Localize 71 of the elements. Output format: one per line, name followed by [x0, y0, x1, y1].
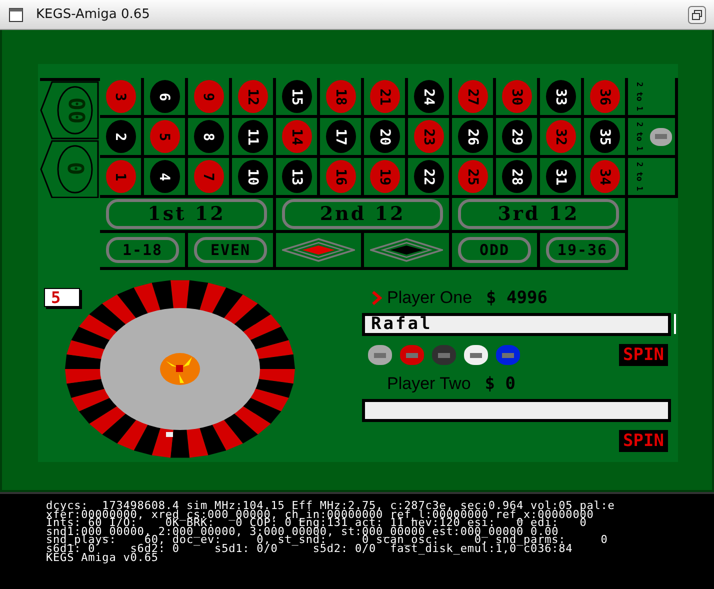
player-money: $ 0 — [484, 374, 516, 394]
window-icon[interactable] — [9, 8, 23, 22]
column-bet[interactable]: 2 to 1 — [632, 80, 646, 114]
number-bet[interactable]: 16 — [326, 160, 356, 193]
number-bet[interactable]: 35 — [590, 120, 620, 153]
number-bet[interactable]: 7 — [194, 160, 224, 193]
name-input-field[interactable] — [362, 398, 671, 422]
number-bet[interactable]: 14 — [282, 120, 312, 153]
chip[interactable] — [368, 345, 392, 365]
number-bet[interactable]: 34 — [590, 160, 620, 193]
number-bet[interactable]: 5 — [150, 120, 180, 153]
console-line: Ints: 60 I/O: 0K BRK: 0 COP: 0 Eng:131 act: 11 hev:120 esi: 0 edi: 0 — [46, 519, 587, 528]
column-bet[interactable]: 2 to 1 — [632, 120, 646, 154]
number-bet[interactable]: 17 — [326, 120, 356, 153]
number-bet[interactable]: 2 — [106, 120, 136, 153]
number-bet[interactable]: 24 — [414, 80, 444, 113]
chip[interactable] — [432, 345, 456, 365]
dozen-bet[interactable]: 3rd 12 — [458, 199, 619, 229]
zero-bet[interactable]: 00 — [40, 81, 100, 140]
number-bet[interactable]: 8 — [194, 120, 224, 153]
number-bet[interactable]: 15 — [282, 80, 312, 113]
number-bet[interactable]: 36 — [590, 80, 620, 113]
number-bet[interactable]: 19 — [370, 160, 400, 193]
restore-icon[interactable] — [688, 6, 706, 24]
console-line: s6d1: 0 s6d2: 0 s5d1: 0/0 s5d2: 0/0 fast_disk_emul:1,0 c036:84 — [46, 544, 574, 554]
outside-bet[interactable]: EVEN — [194, 237, 267, 263]
number-bet[interactable]: 22 — [414, 160, 444, 193]
number-bet[interactable]: 27 — [458, 80, 488, 113]
outside-bet[interactable]: 19-36 — [546, 237, 619, 263]
number-bet[interactable]: 25 — [458, 160, 488, 193]
dozen-bet[interactable]: 2nd 12 — [282, 199, 443, 229]
spin-button[interactable]: SPIN — [619, 430, 668, 452]
spin-button[interactable]: SPIN — [619, 344, 668, 366]
number-bet[interactable]: 18 — [326, 80, 356, 113]
name-input-field[interactable]: Rafal — [362, 312, 671, 336]
number-bet[interactable]: 20 — [370, 120, 400, 153]
player-name: Player One — [387, 288, 472, 308]
dozen-bet[interactable]: 1st 12 — [106, 199, 267, 229]
number-bet[interactable]: 29 — [502, 120, 532, 153]
number-bet[interactable]: 12 — [238, 80, 268, 113]
outside-bet[interactable]: 1-18 — [106, 237, 179, 263]
number-bet[interactable]: 6 — [150, 80, 180, 113]
column-bet[interactable]: 2 to 1 — [632, 160, 646, 194]
number-bet[interactable]: 11 — [238, 120, 268, 153]
console-line: dcycs: 173498608.4 sim MHz:104.15 Eff MHz:2.75, c:287c3e, sec:0.964 vol:05 pal:e — [46, 502, 616, 511]
outside-bet[interactable]: ODD — [458, 237, 531, 263]
console-line: xfer:00000000, xred_cs:000_00000, ch_in:00000000 ref_l:00000000 ref_x:00000000 — [46, 510, 594, 520]
result-display: 5 — [44, 288, 80, 307]
number-bet[interactable]: 9 — [194, 80, 224, 113]
number-bet[interactable]: 28 — [502, 160, 532, 193]
player-money: $ 4996 — [486, 288, 548, 308]
diamond-bet[interactable] — [370, 237, 443, 263]
console-line: KEGS Amiga v0.65 — [46, 554, 158, 562]
number-bet[interactable]: 26 — [458, 120, 488, 153]
number-bet[interactable]: 3 — [106, 80, 136, 113]
number-bet[interactable]: 33 — [546, 80, 576, 113]
number-bet[interactable]: 23 — [414, 120, 444, 153]
number-bet[interactable]: 30 — [502, 80, 532, 113]
number-bet[interactable]: 1 — [106, 160, 136, 193]
number-bet[interactable]: 32 — [546, 120, 576, 153]
chip[interactable] — [464, 345, 488, 365]
number-bet[interactable]: 4 — [150, 160, 180, 193]
text-cursor — [674, 314, 676, 334]
player-name: Player Two — [387, 374, 471, 394]
console-line: snd_plays: 60, doc_ev: 0, st_snd: 0 scan_osc: 0, snd_parms: 0 — [46, 536, 609, 545]
number-bet[interactable]: 10 — [238, 160, 268, 193]
window-title: KEGS-Amiga 0.65 — [36, 7, 151, 22]
number-bet[interactable]: 21 — [370, 80, 400, 113]
zero-bet[interactable]: 0 — [40, 140, 100, 198]
number-bet[interactable]: 13 — [282, 160, 312, 193]
number-bet[interactable]: 31 — [546, 160, 576, 193]
